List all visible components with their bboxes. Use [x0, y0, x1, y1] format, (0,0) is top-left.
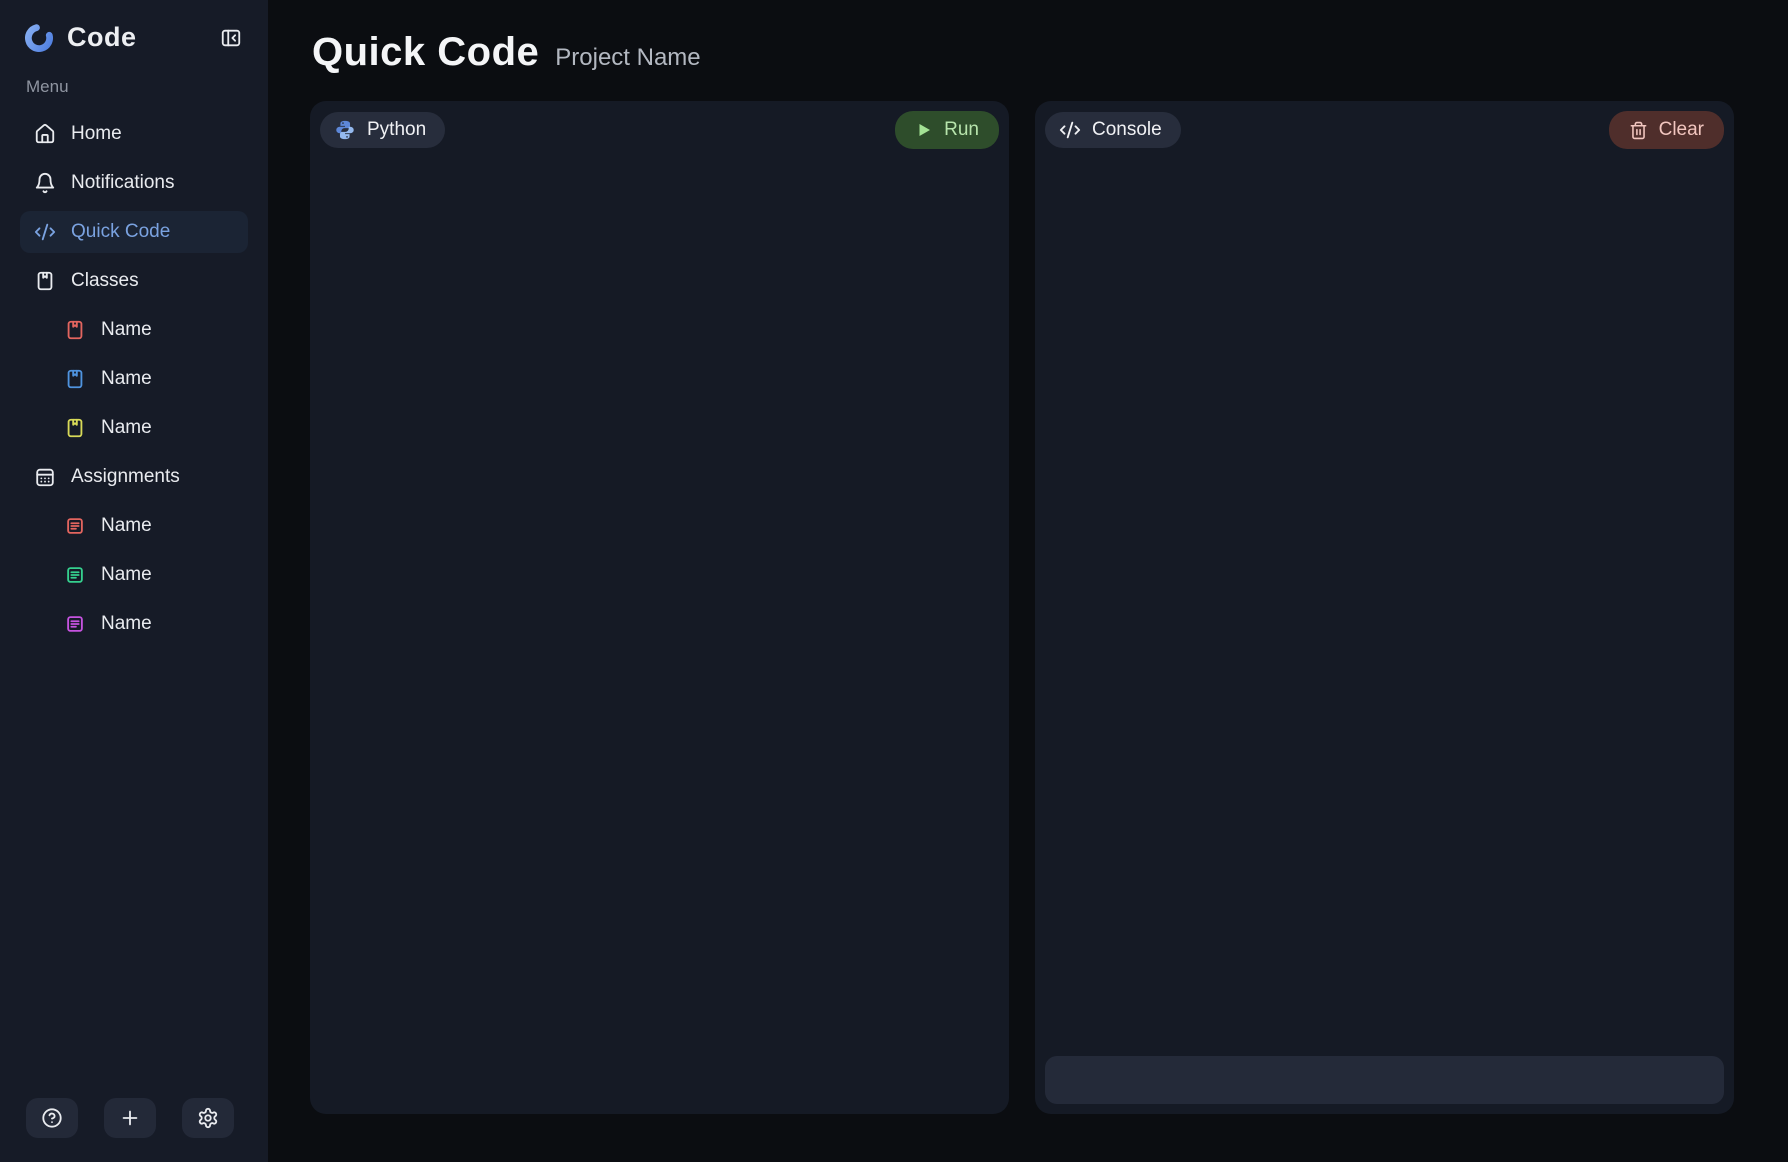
calendar-icon: [34, 466, 56, 488]
sidebar-item-assignments[interactable]: Assignments: [20, 456, 248, 498]
code-editor-area[interactable]: [320, 149, 999, 1104]
run-button[interactable]: Run: [895, 111, 999, 149]
sidebar-item-label: Name: [101, 319, 152, 341]
clear-console-button[interactable]: Clear: [1609, 111, 1724, 149]
sidebar-footer: [20, 1098, 248, 1138]
panel-collapse-icon: [220, 27, 242, 49]
sidebar-item-home[interactable]: Home: [20, 113, 248, 155]
class-book-icon: [64, 319, 86, 341]
brand-spinner-icon: [24, 23, 54, 53]
gear-icon: [197, 1107, 219, 1129]
sidebar-item-quick-code[interactable]: Quick Code: [20, 211, 248, 253]
class-book-icon: [64, 368, 86, 390]
editor-panel-header: Python Run: [320, 111, 999, 149]
page-header: Quick Code Project Name: [312, 30, 1734, 75]
project-name-subtitle: Project Name: [555, 44, 700, 72]
console-badge-label: Console: [1092, 119, 1162, 141]
brand-name: Code: [67, 22, 205, 53]
logo-row: Code: [20, 22, 248, 53]
sidebar-item-label: Name: [101, 515, 152, 537]
menu-section-label: Menu: [26, 77, 242, 97]
sidebar-item-label: Name: [101, 417, 152, 439]
help-icon: [41, 1107, 63, 1129]
code-icon: [34, 221, 56, 243]
help-button[interactable]: [26, 1098, 78, 1138]
plus-icon: [119, 1107, 141, 1129]
sidebar-item-notifications[interactable]: Notifications: [20, 162, 248, 204]
console-panel: Console Clear: [1035, 101, 1734, 1114]
sidebar-item-label: Name: [101, 368, 152, 390]
run-button-label: Run: [944, 119, 979, 141]
console-badge: Console: [1045, 112, 1181, 148]
console-output-area: [1045, 149, 1724, 1056]
sidebar-class-item[interactable]: Name: [50, 407, 248, 449]
workspace-panels: Python Run: [310, 101, 1734, 1114]
collapse-sidebar-button[interactable]: [218, 25, 244, 51]
python-icon: [334, 119, 356, 141]
home-icon: [34, 123, 56, 145]
editor-panel: Python Run: [310, 101, 1009, 1114]
clear-button-label: Clear: [1659, 119, 1704, 141]
console-code-icon: [1059, 119, 1081, 141]
language-badge: Python: [320, 112, 445, 148]
add-button[interactable]: [104, 1098, 156, 1138]
sidebar-class-item[interactable]: Name: [50, 358, 248, 400]
sidebar-item-label: Home: [71, 123, 122, 145]
sidebar: Code Menu Home: [0, 0, 268, 1162]
sidebar-assignment-item[interactable]: Name: [50, 505, 248, 547]
main-content: Quick Code Project Name Python: [268, 0, 1788, 1162]
language-badge-label: Python: [367, 119, 426, 141]
page-title: Quick Code: [312, 30, 539, 75]
trash-icon: [1629, 121, 1648, 140]
play-icon: [915, 121, 933, 139]
sidebar-item-classes[interactable]: Classes: [20, 260, 248, 302]
assignment-note-icon: [64, 613, 86, 635]
assignment-note-icon: [64, 515, 86, 537]
sidebar-item-label: Quick Code: [71, 221, 170, 243]
console-input[interactable]: [1045, 1056, 1724, 1104]
sidebar-item-label: Name: [101, 564, 152, 586]
app-window: Code Menu Home: [0, 0, 1788, 1162]
bell-icon: [34, 172, 56, 194]
sidebar-item-label: Notifications: [71, 172, 175, 194]
sidebar-class-item[interactable]: Name: [50, 309, 248, 351]
class-book-icon: [64, 417, 86, 439]
sidebar-item-label: Assignments: [71, 466, 180, 488]
sidebar-assignment-item[interactable]: Name: [50, 603, 248, 645]
sidebar-nav: Home Notifications Quick Code: [20, 113, 248, 645]
settings-button[interactable]: [182, 1098, 234, 1138]
sidebar-item-label: Classes: [71, 270, 139, 292]
console-panel-header: Console Clear: [1045, 111, 1724, 149]
book-marked-icon: [34, 270, 56, 292]
assignment-note-icon: [64, 564, 86, 586]
sidebar-item-label: Name: [101, 613, 152, 635]
sidebar-assignment-item[interactable]: Name: [50, 554, 248, 596]
